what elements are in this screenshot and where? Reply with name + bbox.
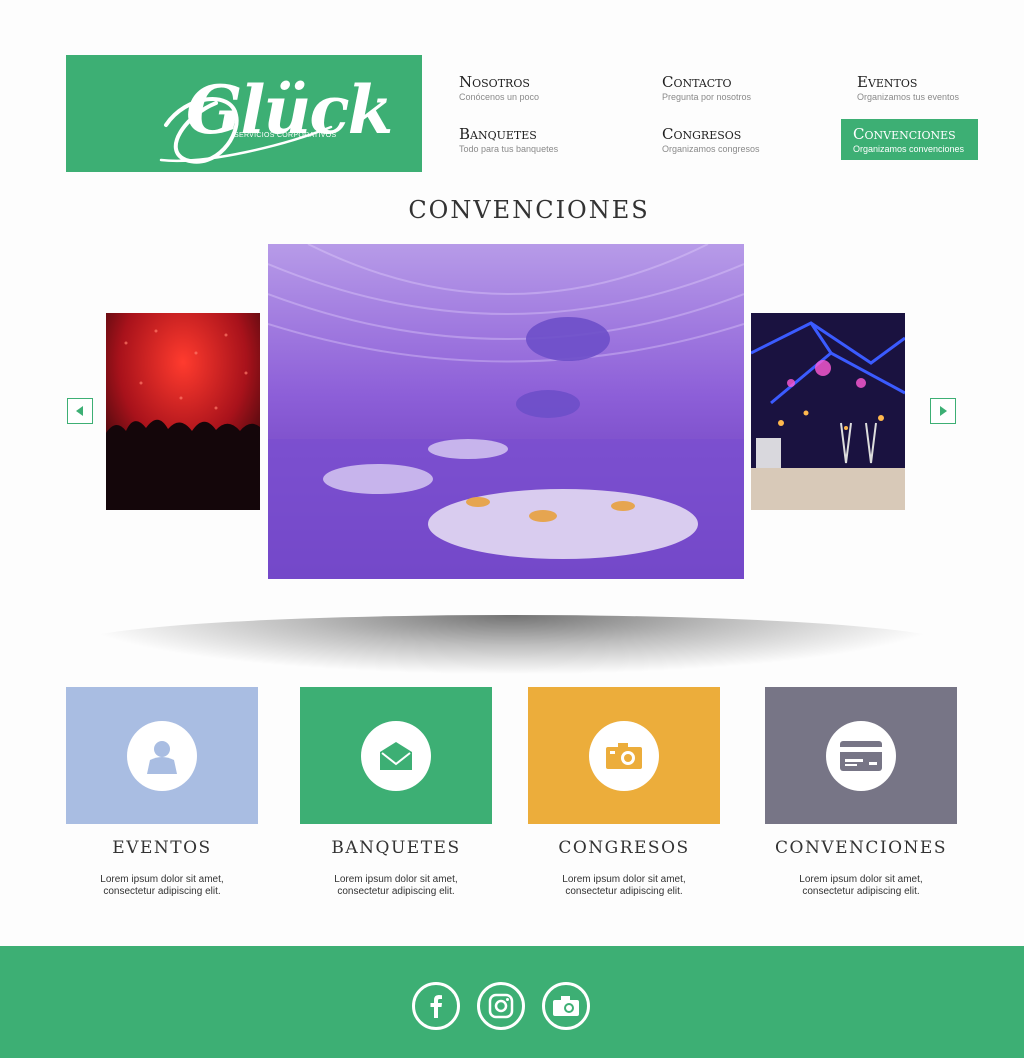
nav-item-subtitle: Organizamos convenciones xyxy=(853,144,965,154)
carousel-prev-button[interactable] xyxy=(67,398,93,424)
logo[interactable]: Glück SERVICIOS CORPORATIVOS xyxy=(66,55,422,172)
nav-item-convenciones[interactable]: Convenciones Organizamos convenciones xyxy=(841,119,978,160)
chevron-right-icon xyxy=(940,406,947,416)
nav-item-congresos[interactable]: Congresos Organizamos congresos xyxy=(662,125,760,155)
card-title: BANQUETES xyxy=(331,838,461,858)
card-icon-circle xyxy=(589,720,659,791)
camera-icon xyxy=(606,742,642,769)
card-text: Lorem ipsum dolor sit amet, consectetur … xyxy=(100,874,224,897)
nav-item-subtitle: Organizamos congresos xyxy=(662,144,760,154)
camera-icon xyxy=(553,996,579,1016)
card-eventos[interactable]: EVENTOS Lorem ipsum dolor sit amet, cons… xyxy=(66,687,258,898)
nav-item-title: Contacto xyxy=(662,73,732,91)
card-box xyxy=(300,687,492,824)
person-icon xyxy=(147,740,177,774)
card-title: CONVENCIONES xyxy=(775,838,947,858)
card-box xyxy=(765,687,957,824)
instagram-link[interactable] xyxy=(477,982,525,1030)
chevron-left-icon xyxy=(76,406,83,416)
footer xyxy=(0,946,1024,1058)
nav-item-title: Nosotros xyxy=(459,73,530,91)
camera-link[interactable] xyxy=(542,982,590,1030)
concert-crowd-photo[interactable] xyxy=(106,313,260,510)
nav-item-title: Eventos xyxy=(857,73,918,91)
card-title: CONGRESOS xyxy=(558,838,690,858)
logo-tagline: SERVICIOS CORPORATIVOS xyxy=(234,132,337,139)
card-icon-circle xyxy=(361,720,431,791)
card-icon-circle xyxy=(127,720,197,791)
carousel-next-button[interactable] xyxy=(930,398,956,424)
nav-item-subtitle: Conócenos un poco xyxy=(459,92,540,102)
credit-card-icon xyxy=(840,740,882,771)
card-text: Lorem ipsum dolor sit amet, consectetur … xyxy=(562,874,686,897)
card-convenciones[interactable]: CONVENCIONES Lorem ipsum dolor sit amet,… xyxy=(765,687,957,898)
card-title: EVENTOS xyxy=(112,838,212,858)
card-banquetes[interactable]: BANQUETES Lorem ipsum dolor sit amet, co… xyxy=(300,687,492,898)
nav-item-eventos[interactable]: Eventos Organizamos tus eventos xyxy=(857,73,959,103)
nav-item-subtitle: Pregunta por nosotros xyxy=(662,92,752,102)
facebook-icon xyxy=(430,995,442,1018)
card-text: Lorem ipsum dolor sit amet, consectetur … xyxy=(799,874,923,897)
nav-item-subtitle: Todo para tus banquetes xyxy=(459,144,559,154)
nav-item-title: Banquetes xyxy=(459,125,537,143)
carousel-shadow xyxy=(70,615,954,675)
nav-item-contacto[interactable]: Contacto Pregunta por nosotros xyxy=(662,73,751,103)
card-box xyxy=(66,687,258,824)
banquet-hall-photo[interactable] xyxy=(268,244,744,579)
page-title: CONVENCIONES xyxy=(408,196,650,224)
card-box xyxy=(528,687,720,824)
card-congresos[interactable]: CONGRESOS Lorem ipsum dolor sit amet, co… xyxy=(528,687,720,898)
nav-item-subtitle: Organizamos tus eventos xyxy=(857,92,960,102)
envelope-icon xyxy=(380,741,412,770)
table-setting-photo[interactable] xyxy=(751,313,905,510)
card-text: Lorem ipsum dolor sit amet, consectetur … xyxy=(334,874,458,897)
nav-item-title: Congresos xyxy=(662,125,742,143)
nav-item-title: Convenciones xyxy=(853,125,956,143)
nav-item-nosotros[interactable]: Nosotros Conócenos un poco xyxy=(459,73,539,103)
card-icon-circle xyxy=(826,720,896,791)
facebook-link[interactable] xyxy=(412,982,460,1030)
nav-item-banquetes[interactable]: Banquetes Todo para tus banquetes xyxy=(459,125,558,155)
instagram-icon xyxy=(488,993,514,1019)
